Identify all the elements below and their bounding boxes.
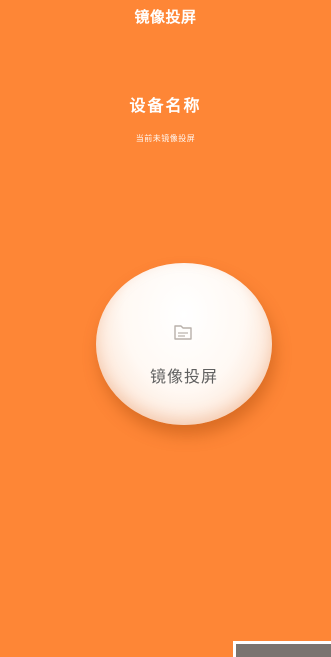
page-title: 镜像投屏 xyxy=(134,8,197,26)
device-name: 设备名称 xyxy=(129,96,202,115)
cast-status-text: 当前未镜像投屏 xyxy=(135,134,196,143)
screen-cast-icon xyxy=(174,325,192,340)
mirror-cast-button[interactable]: 镜像投屏 xyxy=(96,263,272,425)
system-navigation-bar xyxy=(233,641,331,657)
mirror-cast-button-label: 镜像投屏 xyxy=(149,367,218,386)
navigation-bar-handle xyxy=(236,644,331,657)
mirror-cast-screen: 镜像投屏 设备名称 当前未镜像投屏 镜像投屏 xyxy=(0,0,331,657)
